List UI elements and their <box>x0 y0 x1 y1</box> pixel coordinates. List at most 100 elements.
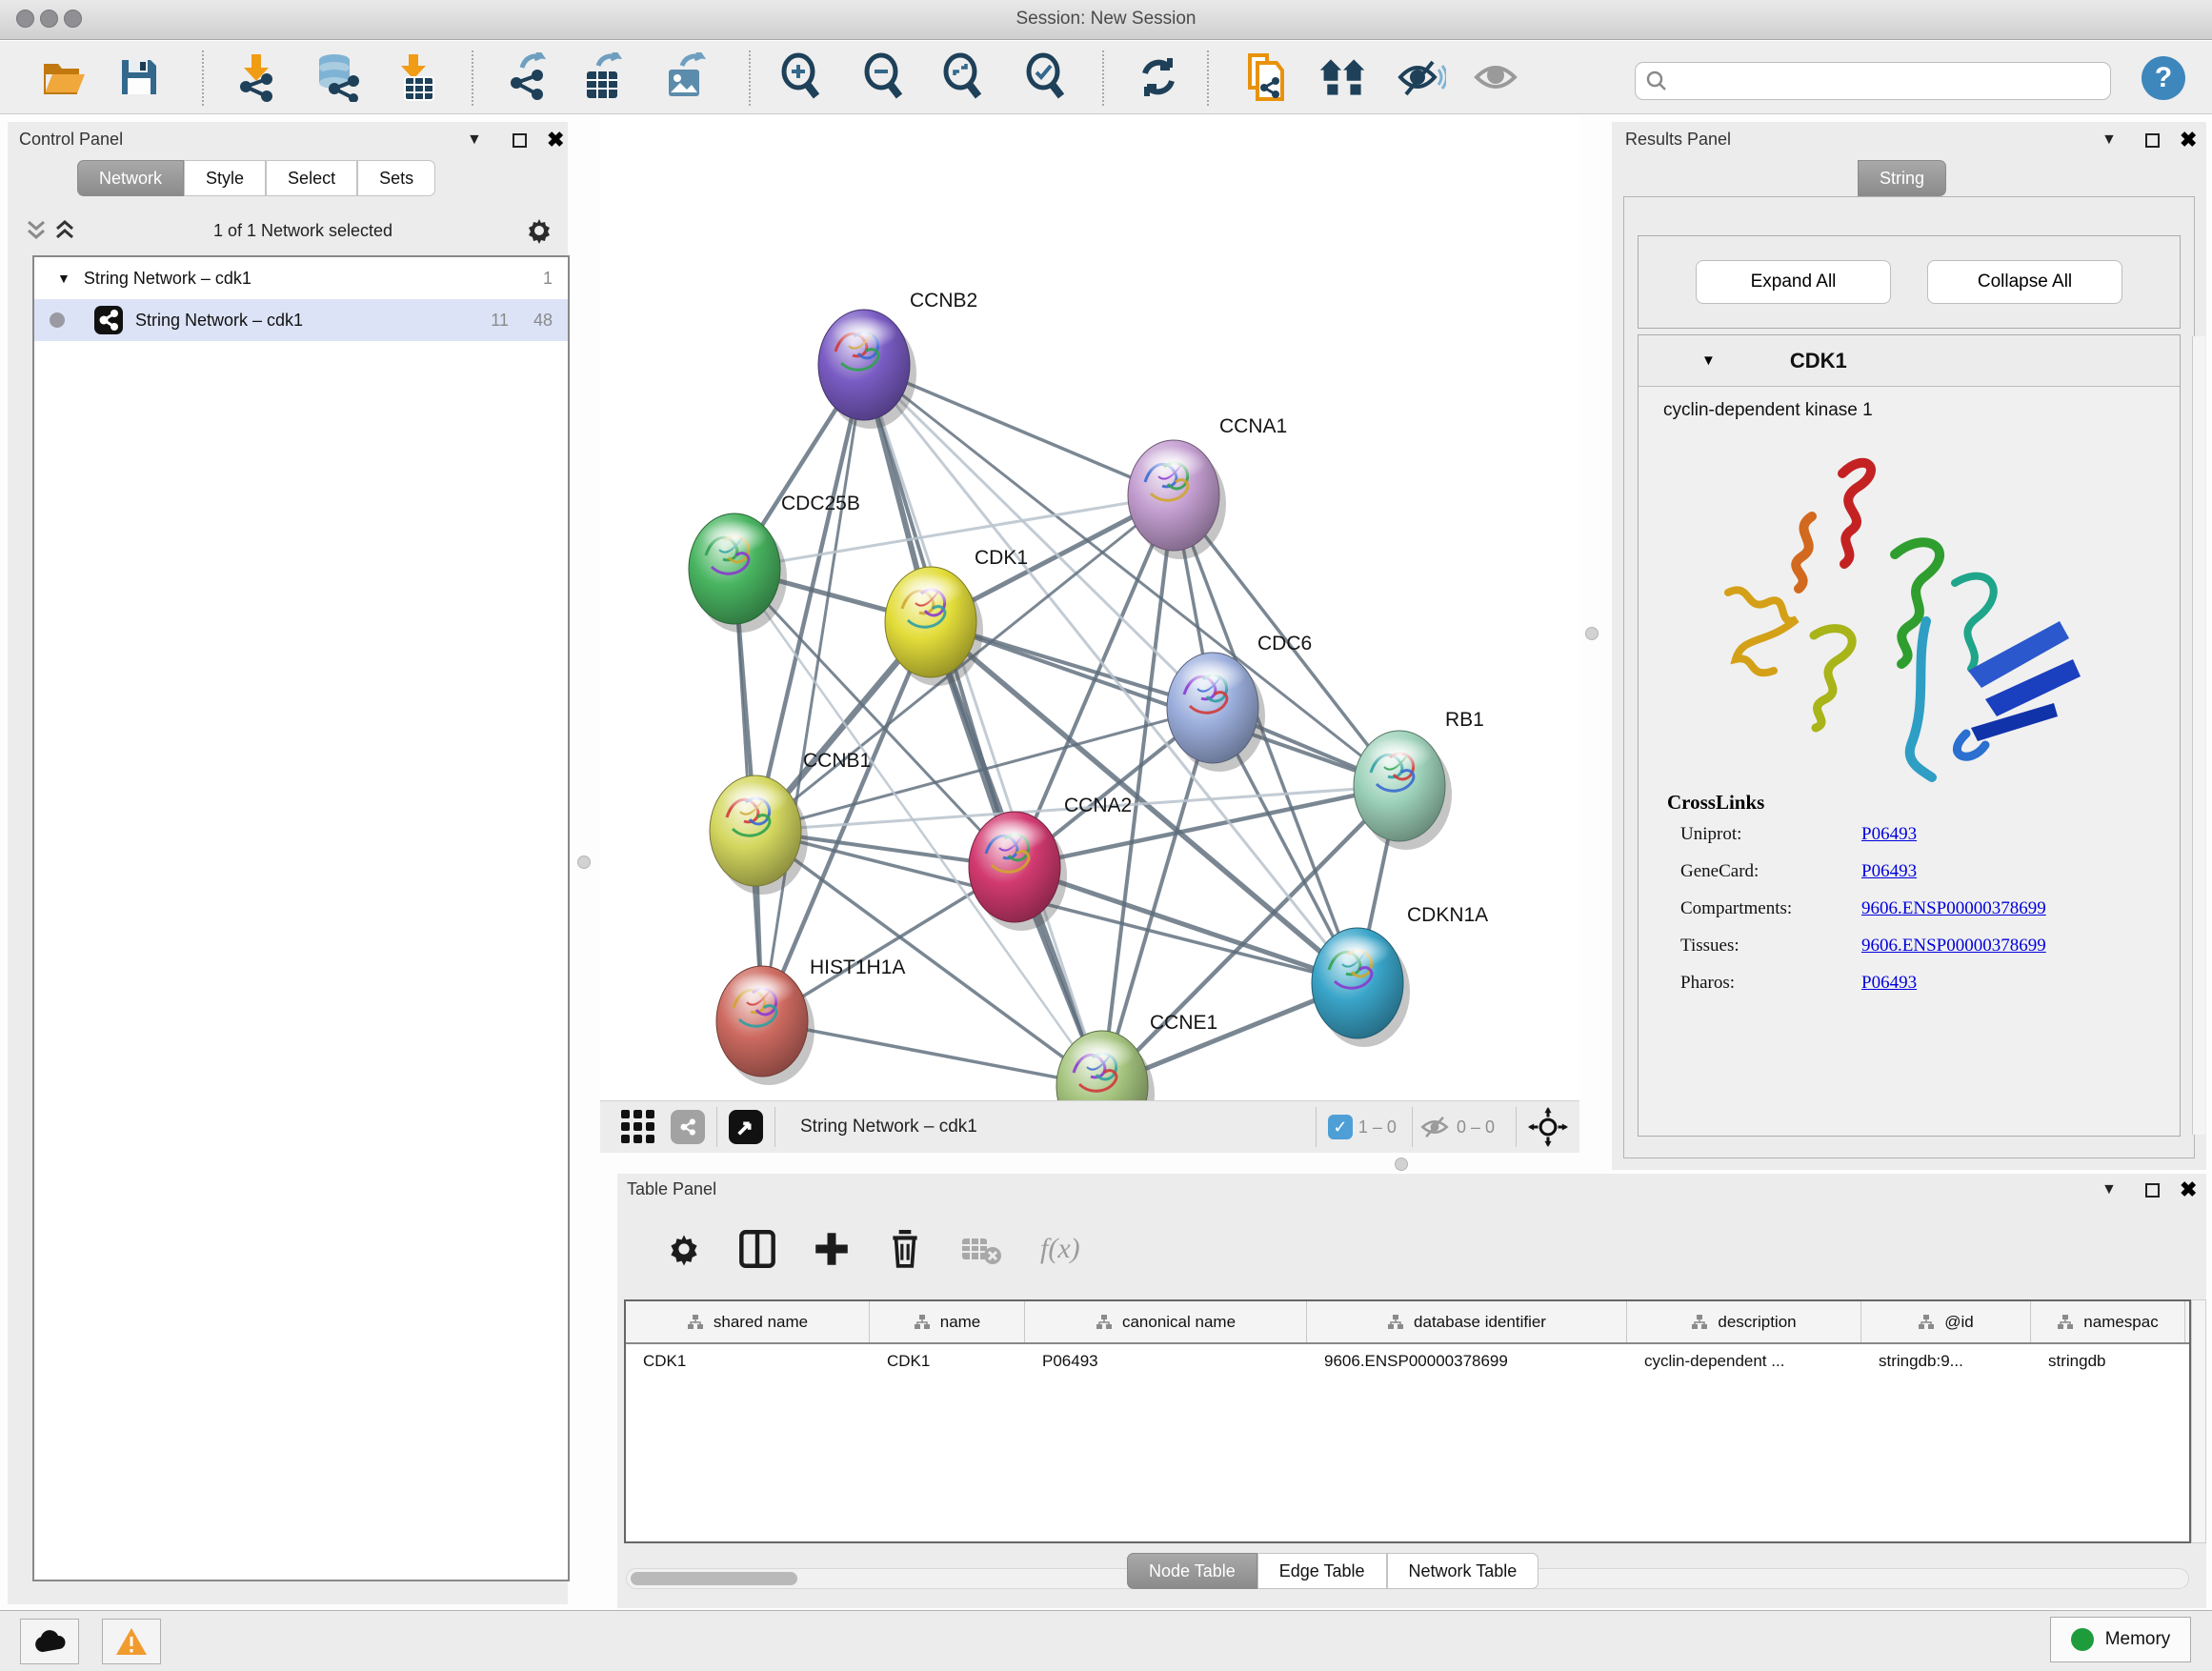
add-column-icon[interactable] <box>814 1231 850 1267</box>
show-columns-icon[interactable] <box>739 1230 775 1268</box>
help-icon[interactable]: ? <box>2142 56 2185 100</box>
column-header[interactable]: @id <box>1861 1301 2031 1342</box>
edge-CCNB2-HIST1H1A[interactable] <box>762 365 864 1021</box>
expand-all-button[interactable]: Expand All <box>1696 260 1891 304</box>
zoom-out-icon[interactable] <box>859 52 909 102</box>
duplicate-network-icon[interactable] <box>1240 52 1290 102</box>
refresh-icon[interactable] <box>1134 52 1183 102</box>
show-all-icon[interactable] <box>1473 52 1522 102</box>
tab-node-table[interactable]: Node Table <box>1127 1553 1257 1589</box>
table-cell[interactable]: cyclin-dependent ... <box>1627 1344 1861 1382</box>
node-CDK1[interactable]: CDK1 <box>885 547 1028 686</box>
table-cell[interactable]: 9606.ENSP00000378699 <box>1307 1344 1627 1382</box>
close-panel-icon[interactable]: ✖ <box>2180 1178 2197 1202</box>
table-vertical-scrollbar[interactable] <box>2191 1299 2206 1543</box>
column-header[interactable]: canonical name <box>1025 1301 1307 1342</box>
network-options-gear-icon[interactable] <box>524 215 554 246</box>
column-header[interactable]: description <box>1627 1301 1861 1342</box>
cloud-status-button[interactable] <box>20 1619 79 1664</box>
collapse-all-icon[interactable] <box>25 218 53 243</box>
tree-expander-icon[interactable]: ▼ <box>57 271 70 286</box>
network-graph[interactable]: CCNB2CCNA1CDC25BCDK1CDC6RB1CCNB1CCNA2CDK… <box>600 116 1579 1100</box>
table-cell[interactable]: CDK1 <box>626 1344 870 1382</box>
selected-checkbox-icon[interactable]: ✓ <box>1328 1115 1353 1139</box>
column-header[interactable]: database identifier <box>1307 1301 1627 1342</box>
network-canvas[interactable]: CCNB2CCNA1CDC25BCDK1CDC6RB1CCNB1CCNA2CDK… <box>600 116 1579 1100</box>
open-in-browser-icon[interactable] <box>729 1110 763 1144</box>
toolbar-separator <box>472 50 473 106</box>
function-builder-icon[interactable]: f(x) <box>1040 1233 1080 1265</box>
tab-edge-table[interactable]: Edge Table <box>1257 1553 1387 1589</box>
crosslink-link[interactable]: P06493 <box>1861 824 1917 845</box>
warnings-button[interactable] <box>102 1619 161 1664</box>
tab-string[interactable]: String <box>1858 160 1946 196</box>
table-cell[interactable]: CDK1 <box>870 1344 1025 1382</box>
float-panel-icon[interactable] <box>2145 1183 2160 1198</box>
panel-menu-icon[interactable]: ▼ <box>467 131 482 149</box>
results-scrollbar[interactable] <box>2192 336 2205 1135</box>
collapse-section-icon[interactable]: ▼ <box>1701 352 1716 369</box>
import-network-database-icon[interactable] <box>312 52 362 102</box>
save-session-icon[interactable] <box>114 52 164 102</box>
zoom-selected-icon[interactable] <box>1021 52 1071 102</box>
crosslink-link[interactable]: 9606.ENSP00000378699 <box>1861 936 2046 956</box>
tab-style[interactable]: Style <box>184 160 266 196</box>
import-network-icon[interactable] <box>231 52 280 102</box>
export-image-icon[interactable] <box>659 52 709 102</box>
first-neighbors-icon[interactable] <box>1318 52 1368 102</box>
edge-CCNE1-CCNA1[interactable] <box>1102 495 1174 1086</box>
crosslink-link[interactable]: P06493 <box>1861 973 1917 994</box>
open-file-icon[interactable] <box>40 52 90 102</box>
node-CCNB2[interactable]: CCNB2 <box>818 290 977 429</box>
panel-menu-icon[interactable]: ▼ <box>2101 131 2117 149</box>
node-HIST1H1A[interactable]: HIST1H1A <box>716 956 905 1085</box>
column-header[interactable]: shared name <box>626 1301 870 1342</box>
tab-network-table[interactable]: Network Table <box>1387 1553 1539 1589</box>
delete-icon[interactable] <box>888 1230 922 1268</box>
table-cell[interactable]: P06493 <box>1025 1344 1307 1382</box>
tab-sets[interactable]: Sets <box>357 160 435 196</box>
zoom-fit-icon[interactable] <box>938 52 988 102</box>
column-header[interactable]: namespac <box>2031 1301 2185 1342</box>
node-CDC6[interactable]: CDC6 <box>1167 633 1312 772</box>
expand-all-icon[interactable] <box>53 218 82 243</box>
close-panel-icon[interactable]: ✖ <box>2180 128 2197 152</box>
birdseye-grid-icon[interactable] <box>619 1108 657 1146</box>
left-splitter-handle[interactable] <box>577 856 591 869</box>
protein-card-header[interactable]: ▼ CDK1 <box>1639 335 2180 387</box>
search-input[interactable] <box>1668 71 2087 91</box>
import-table-icon[interactable] <box>391 52 440 102</box>
float-panel-icon[interactable] <box>2145 133 2160 148</box>
zoom-in-icon[interactable] <box>776 52 826 102</box>
network-collection-row[interactable]: ▼ String Network – cdk1 1 <box>34 257 568 299</box>
tab-select[interactable]: Select <box>266 160 357 196</box>
table-cell[interactable]: stringdb:9... <box>1861 1344 2031 1382</box>
search-box[interactable] <box>1635 62 2111 100</box>
collapse-all-button[interactable]: Collapse All <box>1927 260 2122 304</box>
memory-button[interactable]: Memory <box>2050 1617 2191 1662</box>
right-splitter-handle[interactable] <box>1585 627 1599 640</box>
table-cell[interactable]: stringdb <box>2031 1344 2185 1382</box>
string-network-icon[interactable] <box>671 1110 705 1144</box>
table-row[interactable]: CDK1CDK1P064939606.ENSP00000378699cyclin… <box>626 1344 2189 1382</box>
export-table-icon[interactable] <box>577 52 627 102</box>
node-CDKN1A[interactable]: CDKN1A <box>1312 904 1488 1047</box>
delete-table-icon[interactable] <box>960 1233 1002 1265</box>
scrollbar-thumb[interactable] <box>631 1572 797 1585</box>
center-view-crosshair-icon[interactable] <box>1528 1107 1568 1147</box>
crosslink-link[interactable]: 9606.ENSP00000378699 <box>1861 898 2046 919</box>
edge-CDK1-RB1[interactable] <box>931 622 1399 786</box>
bottom-splitter-handle[interactable] <box>1395 1158 1408 1171</box>
column-header[interactable]: name <box>870 1301 1025 1342</box>
export-network-icon[interactable] <box>503 52 553 102</box>
close-panel-icon[interactable]: ✖ <box>547 128 564 152</box>
tab-network[interactable]: Network <box>77 160 184 196</box>
hide-selected-icon[interactable] <box>1397 52 1446 102</box>
node-RB1[interactable]: RB1 <box>1354 709 1484 850</box>
network-row[interactable]: String Network – cdk1 11 48 <box>34 299 568 341</box>
node-CCNA1[interactable]: CCNA1 <box>1128 415 1287 559</box>
panel-menu-icon[interactable]: ▼ <box>2101 1181 2117 1198</box>
float-panel-icon[interactable] <box>513 133 527 148</box>
crosslink-link[interactable]: P06493 <box>1861 861 1917 882</box>
table-options-gear-icon[interactable] <box>667 1232 701 1266</box>
